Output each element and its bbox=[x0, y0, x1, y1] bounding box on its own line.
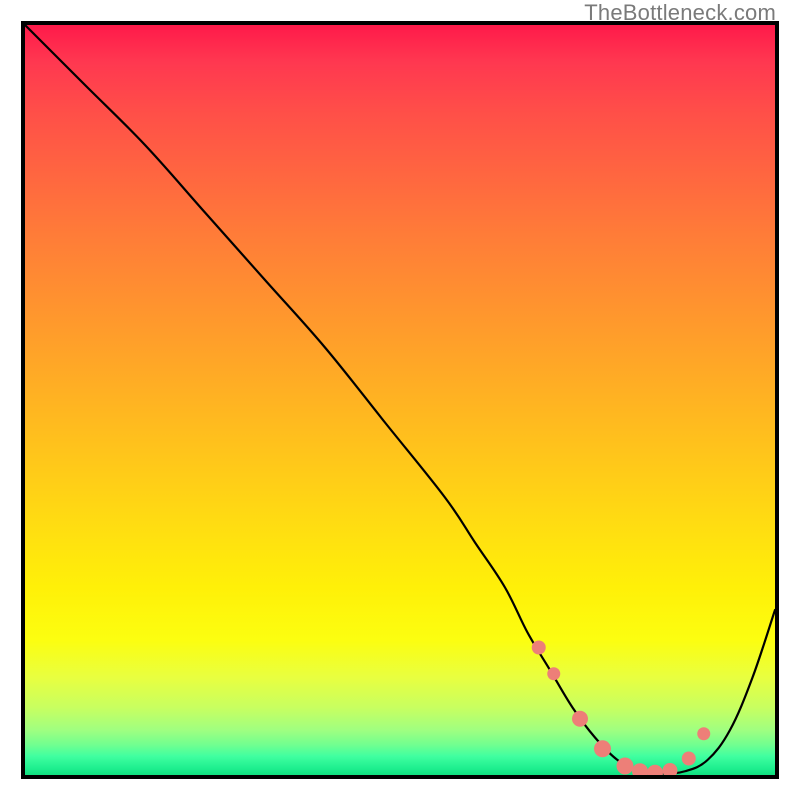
chart-container: TheBottleneck.com bbox=[0, 0, 800, 800]
plot-area bbox=[21, 21, 779, 779]
highlight-markers bbox=[532, 641, 711, 776]
marker-dot bbox=[697, 727, 710, 740]
marker-dot bbox=[572, 711, 588, 727]
marker-dot bbox=[617, 758, 634, 775]
bottleneck-curve bbox=[25, 25, 775, 774]
marker-dot bbox=[532, 641, 546, 655]
marker-dot bbox=[682, 752, 696, 766]
curve-layer bbox=[25, 25, 775, 775]
marker-dot bbox=[632, 763, 648, 775]
marker-dot bbox=[647, 765, 663, 775]
marker-dot bbox=[547, 667, 560, 680]
marker-dot bbox=[594, 740, 611, 757]
marker-dot bbox=[663, 763, 678, 775]
